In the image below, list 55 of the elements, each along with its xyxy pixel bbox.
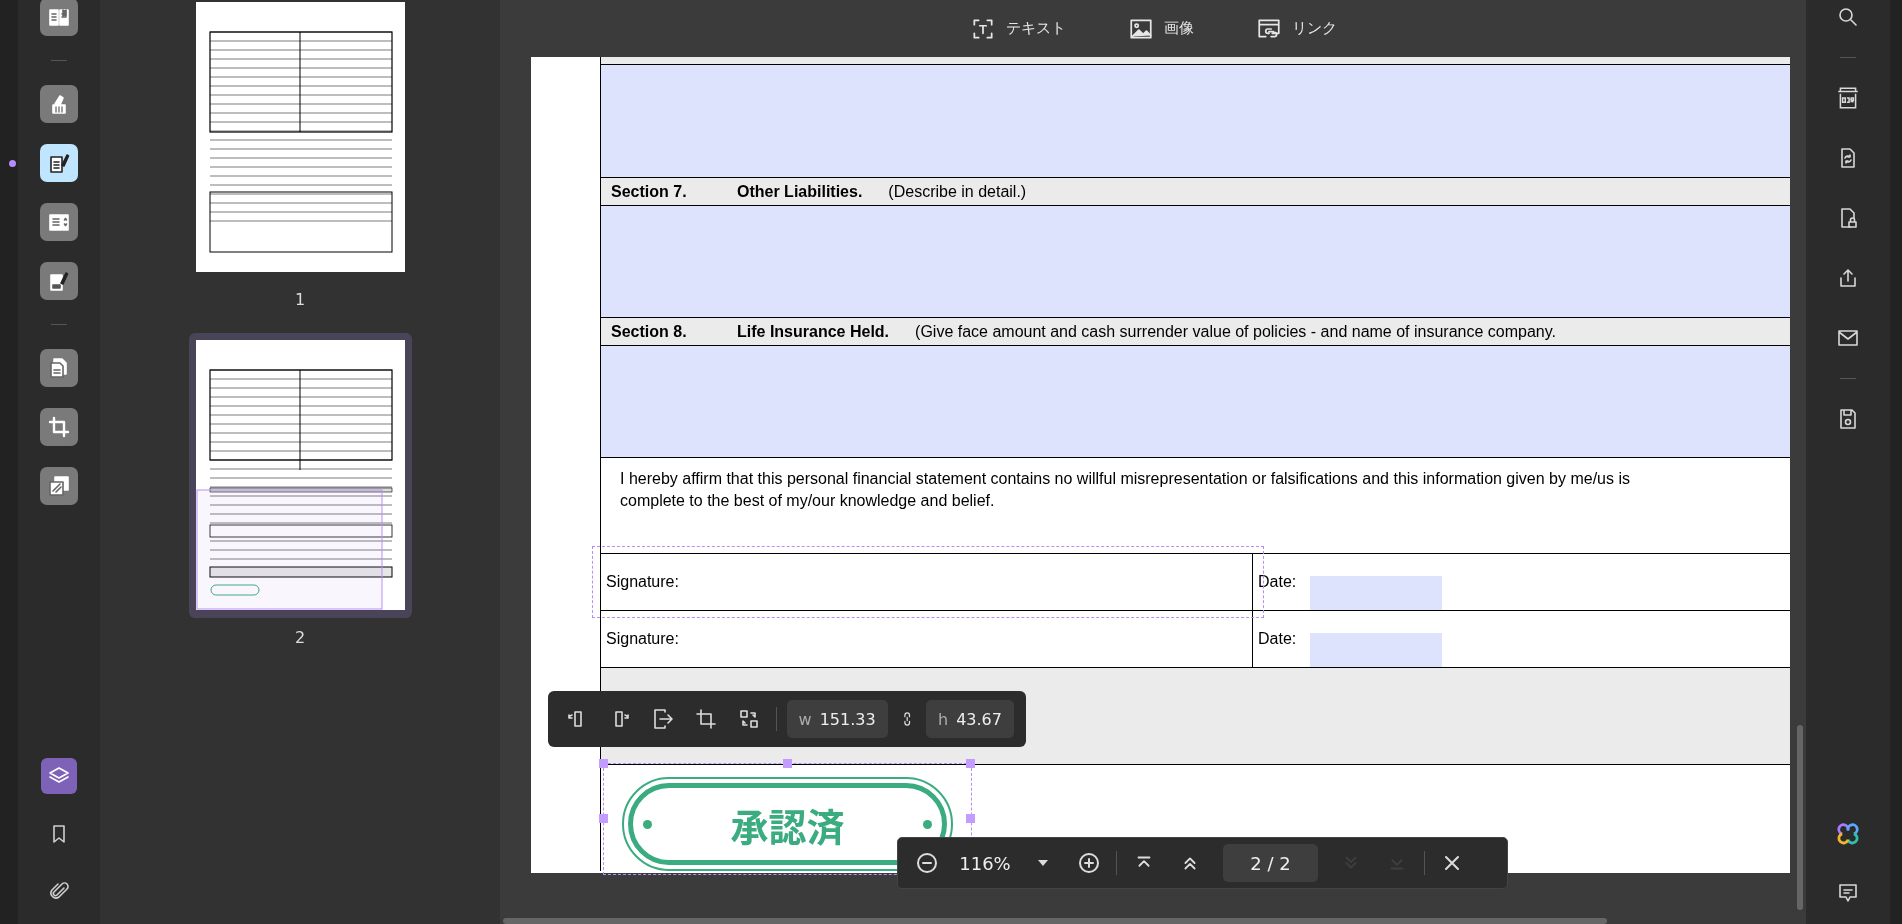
height-field[interactable]: h 43.67: [926, 700, 1014, 738]
resize-handle[interactable]: [966, 759, 975, 768]
comment-icon: [1836, 881, 1860, 905]
form-field[interactable]: [601, 346, 1790, 457]
stamp-dot: [643, 819, 652, 829]
stamp-text: 承認済: [730, 796, 845, 852]
page-number-field[interactable]: 2 / 2: [1223, 844, 1318, 882]
page-number: 1: [294, 290, 306, 309]
zoom-level[interactable]: 116%: [954, 852, 1016, 874]
tool-button[interactable]: [40, 144, 78, 182]
crop-icon: [47, 415, 71, 439]
resize-handle[interactable]: [966, 814, 975, 823]
caret-icon: [1037, 859, 1049, 867]
date-field[interactable]: [1310, 633, 1442, 667]
insert-button[interactable]: リンク: [1255, 15, 1337, 42]
date-label: Date:: [1258, 630, 1298, 648]
page-number: 2: [294, 628, 306, 647]
ocr-icon: [1835, 85, 1861, 111]
stamp-dot: [923, 819, 932, 829]
tool-button[interactable]: [40, 408, 78, 446]
layered-pages-icon: [47, 474, 71, 498]
insert-button[interactable]: テキスト: [969, 15, 1066, 42]
signature-label: Signature:: [606, 630, 679, 648]
scrollbar[interactable]: [503, 918, 1607, 924]
date-label: Date:: [1258, 573, 1298, 591]
section-note: (Describe in detail.): [888, 182, 1027, 201]
active-indicator-dot: [9, 160, 16, 167]
panel-button[interactable]: [41, 758, 77, 794]
form-field[interactable]: [601, 206, 1790, 317]
search-icon: [1836, 5, 1860, 29]
minus-circle-icon: [915, 851, 939, 875]
section-title: Life Insurance Held.: [737, 322, 890, 341]
document-pen-icon: [47, 151, 71, 175]
date-field[interactable]: [1310, 576, 1442, 610]
tool-button[interactable]: [40, 262, 78, 300]
plus-circle-icon: [1077, 851, 1101, 875]
tool-button[interactable]: [40, 349, 78, 387]
insert-button[interactable]: 画像: [1127, 15, 1194, 42]
section-number: Section 7.: [611, 182, 688, 201]
resize-handle[interactable]: [782, 759, 792, 768]
tool-button[interactable]: [40, 0, 78, 36]
section-title: Other Liabilities.: [737, 182, 863, 201]
form-field[interactable]: [601, 65, 1790, 177]
scrollbar[interactable]: [1797, 725, 1803, 910]
resize-handle[interactable]: [599, 814, 608, 823]
section-note: (Give face amount and cash surrender value of policies - and name of insurance company.: [915, 322, 1556, 341]
signature-icon: [47, 269, 71, 293]
resize-handle[interactable]: [599, 759, 608, 768]
crop-icon: [693, 707, 718, 731]
tool-button[interactable]: [40, 85, 78, 123]
width-field[interactable]: w 151.33: [786, 700, 888, 738]
tool-button[interactable]: [40, 203, 78, 241]
tool-button[interactable]: [40, 467, 78, 505]
signature-label: Signature:: [606, 573, 679, 591]
section-number: Section 8.: [611, 322, 688, 341]
